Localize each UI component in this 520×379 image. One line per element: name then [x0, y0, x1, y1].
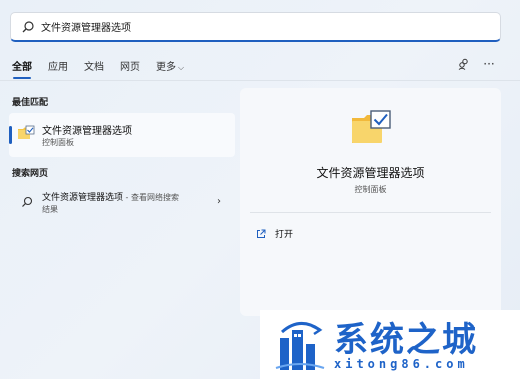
folder-check-icon	[352, 110, 391, 143]
best-match-subtitle: 控制面板	[42, 138, 74, 147]
best-match-name: 文件资源管理器选项	[42, 126, 132, 137]
watermark-url: xitong86.com	[334, 357, 469, 371]
web-search-query: 文件资源管理器选项	[42, 193, 124, 203]
selection-indicator	[9, 126, 12, 144]
tab-web[interactable]: 网页	[120, 58, 140, 79]
tab-more[interactable]: 更多 ⌵	[156, 58, 184, 79]
more-options-icon[interactable]: ···	[481, 56, 497, 72]
open-external-icon	[257, 229, 266, 238]
tab-more-label: 更多	[156, 62, 176, 73]
search-box[interactable]	[10, 12, 501, 42]
watermark: 系统之城 xitong86.com	[260, 310, 520, 379]
tab-apps[interactable]: 应用	[48, 58, 68, 79]
web-search-text: 文件资源管理器选项 - 查看网络搜索	[42, 190, 179, 203]
preview-panel: 文件资源管理器选项 控制面板 打开	[240, 88, 501, 316]
tabs-divider	[0, 80, 520, 81]
folder-check-icon	[18, 125, 35, 139]
preview-divider	[250, 212, 491, 213]
open-action-label: 打开	[275, 230, 294, 240]
chevron-right-icon: ›	[217, 196, 221, 207]
chevron-down-icon: ⌵	[178, 63, 185, 72]
web-search-item[interactable]: 文件资源管理器选项 - 查看网络搜索 结果 ›	[9, 185, 235, 219]
web-search-line2: 结果	[42, 205, 58, 214]
search-input[interactable]	[41, 21, 461, 32]
preview-subtitle: 控制面板	[354, 185, 387, 194]
filter-tabs: 全部 应用 文档 网页 更多 ⌵	[12, 58, 200, 79]
watermark-brand: 系统之城	[334, 320, 478, 360]
search-icon	[22, 196, 33, 207]
open-action[interactable]: 打开	[256, 227, 293, 240]
search-icon	[22, 20, 34, 32]
best-match-item[interactable]: 文件资源管理器选项 控制面板	[9, 113, 235, 157]
preview-title: 文件资源管理器选项	[316, 166, 425, 180]
city-logo-icon	[275, 322, 325, 370]
web-search-suffix: - 查看网络搜索	[123, 193, 179, 202]
tab-documents[interactable]: 文档	[84, 58, 104, 79]
best-match-heading: 最佳匹配	[12, 98, 49, 108]
account-switch-icon[interactable]	[456, 56, 472, 72]
tab-all[interactable]: 全部	[12, 58, 32, 79]
web-search-heading: 搜索网页	[12, 169, 49, 179]
